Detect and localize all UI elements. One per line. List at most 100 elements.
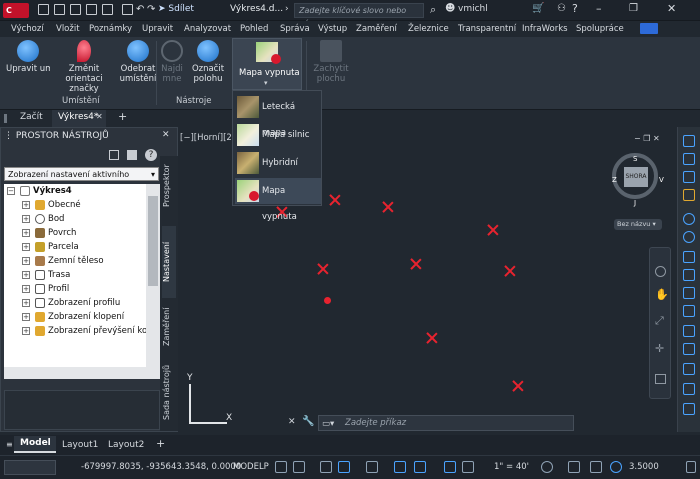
tab-drawing-active[interactable]: Výkres4* ✕	[52, 110, 106, 127]
tab-start[interactable]: Začít	[20, 112, 43, 122]
status-input[interactable]	[4, 460, 56, 475]
menu-spoluprace[interactable]: Spolupráce	[576, 24, 624, 34]
point-marker[interactable]	[504, 265, 516, 277]
menu-poznamky[interactable]: Poznámky	[89, 24, 132, 34]
cloud-icon[interactable]	[102, 4, 113, 15]
tab-survey[interactable]: Zaměření	[162, 296, 176, 358]
compass-west[interactable]: Z	[612, 176, 617, 184]
user-icon[interactable]: ☻	[445, 3, 455, 14]
user-name[interactable]: vmichl	[458, 4, 488, 14]
ucs-dropdown[interactable]: Bez názvu ▾	[614, 219, 662, 230]
menu-vlozit[interactable]: Vložit	[56, 24, 80, 34]
layout-menu-icon[interactable]: ≡	[6, 440, 13, 449]
menu-sprava[interactable]: Správa	[280, 24, 310, 34]
tool-icon[interactable]	[683, 189, 695, 201]
menu-transparentni[interactable]: Transparentní	[458, 24, 516, 34]
wrench-icon[interactable]: 🔧	[302, 416, 314, 427]
expand-icon[interactable]: +	[22, 326, 30, 335]
point-marker[interactable]	[512, 380, 524, 392]
grid-icon[interactable]	[275, 461, 287, 473]
compass-north[interactable]: S	[633, 155, 637, 163]
tool-icon[interactable]	[683, 269, 695, 281]
tree-item[interactable]: + Bod	[22, 213, 64, 226]
remove-location-button[interactable]: Odebrat umístění	[118, 40, 158, 84]
expand-icon[interactable]: +	[22, 242, 30, 251]
tab-layout2[interactable]: Layout2	[108, 440, 144, 450]
tab-model[interactable]: Model	[14, 436, 56, 453]
tool-icon[interactable]	[683, 251, 695, 263]
tool-icon[interactable]	[683, 135, 695, 147]
tab-prospector[interactable]: Prospektor	[162, 158, 176, 214]
print-icon[interactable]	[122, 4, 133, 15]
tool-icon[interactable]	[683, 383, 695, 395]
help-icon[interactable]: ?	[572, 2, 578, 15]
community-icon[interactable]: ⚇	[557, 3, 566, 14]
panel-tool1-icon[interactable]	[109, 150, 119, 160]
autoscale-icon[interactable]	[462, 461, 474, 473]
app-menu-button[interactable]: C C3D	[3, 3, 29, 30]
restore-icon[interactable]: ❐	[629, 3, 638, 14]
viewport-label[interactable]: [−][Horní][2D	[180, 133, 238, 143]
showmotion-icon[interactable]	[655, 374, 666, 384]
minimize-icon[interactable]: –	[596, 2, 602, 15]
chevron-right-icon[interactable]: ›	[285, 4, 289, 14]
polar-icon[interactable]	[366, 461, 378, 473]
globe-tool-icon[interactable]	[683, 231, 695, 243]
expand-icon[interactable]: +	[22, 200, 30, 209]
edit-location-button[interactable]: Upravit umístění	[6, 40, 50, 74]
steering-wheel-icon[interactable]	[655, 266, 666, 277]
viewcube-top-face[interactable]: SHORA	[624, 167, 648, 187]
osnap-icon[interactable]	[414, 461, 426, 473]
tree-item-root[interactable]: − Výkres4	[7, 185, 72, 198]
isolate-icon[interactable]	[590, 461, 602, 473]
expand-icon[interactable]: +	[22, 270, 30, 279]
new-file-icon[interactable]	[38, 4, 49, 15]
location-point[interactable]	[324, 297, 331, 304]
gear-icon[interactable]	[541, 461, 553, 473]
menu-vystup[interactable]: Výstup	[318, 24, 347, 34]
tool-icon[interactable]	[683, 325, 695, 337]
point-marker[interactable]	[382, 201, 394, 213]
tool-icon[interactable]	[683, 305, 695, 317]
tree-item[interactable]: + Profil	[22, 283, 69, 296]
compass-south[interactable]: J	[634, 199, 636, 207]
tree-item[interactable]: + Povrch	[22, 227, 76, 240]
infer-icon[interactable]	[320, 461, 332, 473]
pan-icon[interactable]: ✋	[655, 288, 669, 301]
tool-icon[interactable]	[683, 153, 695, 165]
expand-icon[interactable]: +	[22, 312, 30, 321]
add-layout-icon[interactable]: +	[156, 437, 165, 450]
point-marker[interactable]	[487, 224, 499, 236]
tree-item[interactable]: + Zobrazení profilu	[22, 297, 120, 310]
tool-icon[interactable]	[683, 403, 695, 415]
viewport-controls[interactable]: − ❐ ✕	[634, 134, 660, 143]
tool-icon[interactable]	[683, 287, 695, 299]
redo-icon[interactable]: ↷	[147, 4, 155, 15]
tree-item[interactable]: + Zemní těleso	[22, 255, 104, 268]
scrollbar-thumb[interactable]	[148, 196, 158, 286]
search-input[interactable]: Zadejte klíčové slovo nebo výraz.	[294, 3, 424, 28]
tree-item[interactable]: + Zobrazení klopení	[22, 311, 124, 324]
extra-tab-icon[interactable]	[640, 23, 658, 34]
expand-icon[interactable]: +	[22, 214, 30, 223]
undo-icon[interactable]: ↶	[136, 4, 144, 15]
workspace-icon[interactable]	[610, 461, 622, 473]
tree-item[interactable]: + Trasa	[22, 269, 70, 282]
menu-analyzovat[interactable]: Analyzovat	[184, 24, 231, 34]
tree-item[interactable]: + Parcela	[22, 241, 79, 254]
isodraft-icon[interactable]	[394, 461, 406, 473]
globe-tool-icon[interactable]	[683, 213, 695, 225]
orbit-icon[interactable]: ✛	[655, 342, 664, 355]
coordinates-readout[interactable]: -679997.8035, -935643.3548, 0.0000	[81, 462, 241, 472]
zoom-value[interactable]: 3.5000	[629, 462, 659, 472]
map-off-button[interactable]: Mapa vypnuta ▾	[232, 38, 302, 90]
tab-close-icon[interactable]: ✕	[96, 112, 103, 121]
menu-item-hybrid[interactable]: Hybridní mapa	[235, 150, 321, 194]
tab-settings[interactable]: Nastavení	[162, 226, 176, 298]
point-marker[interactable]	[410, 258, 422, 270]
tab-toolbox[interactable]: Sada nástrojů	[162, 356, 176, 428]
expand-icon[interactable]: +	[22, 298, 30, 307]
cart-icon[interactable]: 🛒	[532, 3, 544, 14]
panel-help-icon[interactable]: ?	[145, 149, 157, 161]
menu-zamereni[interactable]: Zaměření	[356, 24, 397, 34]
